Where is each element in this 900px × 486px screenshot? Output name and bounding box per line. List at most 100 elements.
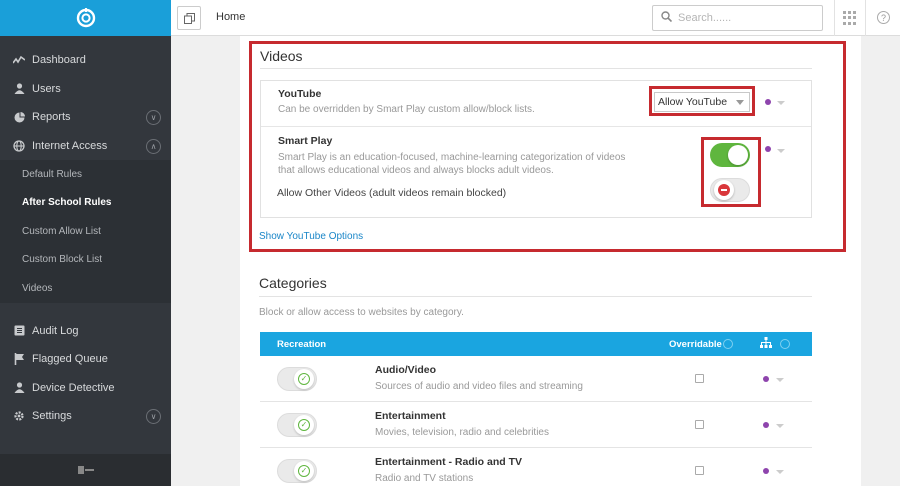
table-row: ✓ Audio/Video Sources of audio and video… [260, 356, 812, 402]
category-toggle[interactable]: ✓ [277, 459, 317, 483]
breadcrumb[interactable]: Home [216, 11, 245, 23]
help-icon[interactable]: ? [877, 11, 890, 24]
window-toggle-button[interactable] [177, 6, 201, 30]
overridable-checkbox[interactable] [695, 466, 704, 475]
smartplay-toggle[interactable] [710, 143, 750, 167]
chevron-down-icon[interactable] [776, 424, 784, 428]
nav-device-detective[interactable]: Device Detective [0, 374, 171, 403]
divider [259, 296, 812, 297]
show-youtube-options-link[interactable]: Show YouTube Options [259, 231, 363, 242]
chevron-down-icon[interactable] [776, 378, 784, 382]
nav-label: Users [32, 82, 61, 95]
purple-status-dot[interactable] [763, 376, 769, 382]
search-icon [661, 11, 673, 25]
subnav-label: Default Rules [22, 168, 83, 180]
gear-icon [12, 409, 26, 423]
toggle-knob [714, 180, 734, 200]
purple-status-dot[interactable] [765, 146, 771, 152]
toggle-knob: ✓ [294, 461, 314, 481]
nav-label: Reports [32, 111, 71, 124]
subnav-label: Videos [22, 282, 53, 294]
nav-users[interactable]: Users [0, 75, 171, 104]
help-icon[interactable] [780, 339, 790, 349]
nav-label: Audit Log [32, 324, 79, 337]
categories-description: Block or allow access to websites by cat… [259, 307, 464, 318]
nav-flagged-queue[interactable]: Flagged Queue [0, 345, 171, 374]
overridable-checkbox[interactable] [695, 420, 704, 429]
category-toggle[interactable]: ✓ [277, 413, 317, 437]
toggle-knob: ✓ [294, 415, 314, 435]
user-icon [12, 381, 26, 395]
category-toggle[interactable]: ✓ [277, 367, 317, 391]
apps-grid-icon[interactable] [843, 11, 857, 25]
check-icon: ✓ [298, 465, 310, 477]
sidebar: Dashboard Users Reports ∨ Internet Acces… [0, 0, 171, 486]
nav-reports[interactable]: Reports ∨ [0, 103, 171, 132]
purple-status-dot[interactable] [763, 468, 769, 474]
category-description: Radio and TV stations [375, 473, 474, 484]
subnav-videos[interactable]: Videos [0, 274, 171, 303]
hierarchy-icon [760, 337, 772, 351]
youtube-title: YouTube [278, 88, 322, 100]
topbar: Home Search...... ? [171, 0, 900, 36]
search-input[interactable]: Search...... [652, 5, 823, 31]
nav-audit-log[interactable]: Audit Log [0, 317, 171, 346]
subnav-default-rules[interactable]: Default Rules [0, 160, 171, 189]
check-icon: ✓ [298, 419, 310, 431]
search-placeholder: Search...... [678, 12, 732, 24]
purple-status-dot[interactable] [765, 99, 771, 105]
lifebuoy-icon [76, 8, 95, 28]
user-icon [12, 82, 26, 96]
purple-status-dot[interactable] [763, 422, 769, 428]
toggle-knob: ✓ [294, 369, 314, 389]
divider [261, 126, 811, 127]
subnav-custom-block-list[interactable]: Custom Block List [0, 246, 171, 275]
categories-table-header: Recreation Overridable [260, 332, 812, 356]
nav-label: Device Detective [32, 381, 115, 394]
allow-other-videos-toggle[interactable] [710, 178, 750, 202]
category-description: Sources of audio and video files and str… [375, 381, 583, 392]
logo-bar[interactable] [0, 0, 171, 36]
nav-dashboard[interactable]: Dashboard [0, 46, 171, 75]
windows-icon [183, 12, 195, 24]
chevron-down-icon [736, 100, 744, 105]
sidebar-collapse[interactable] [0, 454, 171, 486]
category-name: Entertainment - Radio and TV [375, 456, 523, 468]
internet-access-subnav: Default Rules After School Rules Custom … [0, 160, 171, 303]
overridable-checkbox[interactable] [695, 374, 704, 383]
allow-other-videos-label: Allow Other Videos (adult videos remain … [277, 187, 507, 199]
nav-label: Settings [32, 410, 72, 423]
category-description: Movies, television, radio and celebritie… [375, 427, 549, 438]
nav-label: Flagged Queue [32, 353, 108, 366]
smartplay-description-2: that allows educational videos and alway… [278, 165, 554, 176]
subnav-label: Custom Allow List [22, 225, 101, 237]
nav-label: Internet Access [32, 139, 108, 152]
chevron-down-icon[interactable] [777, 149, 785, 153]
subnav-label: Custom Block List [22, 254, 103, 266]
nav-internet-access[interactable]: Internet Access ∧ [0, 132, 171, 161]
subnav-custom-allow-list[interactable]: Custom Allow List [0, 217, 171, 246]
check-icon: ✓ [298, 373, 310, 385]
chevron-down-icon[interactable] [776, 470, 784, 474]
pie-chart-icon [12, 110, 26, 124]
nav-settings[interactable]: Settings ∨ [0, 402, 171, 431]
blocked-icon [718, 184, 730, 196]
table-row: ✓ Entertainment Movies, television, radi… [260, 402, 812, 448]
youtube-mode-select[interactable]: Allow YouTube [654, 92, 750, 112]
chevron-up-icon[interactable]: ∧ [146, 138, 161, 154]
help-icon[interactable] [723, 339, 733, 349]
globe-icon [12, 139, 26, 153]
videos-section-title: Videos [260, 48, 303, 64]
collapse-sidebar-icon [77, 466, 94, 474]
nav-label: Dashboard [32, 54, 86, 67]
divider [260, 68, 812, 69]
list-icon [12, 324, 26, 338]
subnav-label: After School Rules [22, 197, 112, 209]
header-group-label: Recreation [277, 339, 327, 350]
chevron-down-icon[interactable] [777, 101, 785, 105]
chevron-down-icon[interactable]: ∨ [146, 110, 161, 125]
chevron-down-icon[interactable]: ∨ [146, 409, 161, 424]
subnav-after-school-rules[interactable]: After School Rules [0, 189, 171, 218]
categories-section-title: Categories [259, 275, 327, 291]
flag-icon [12, 352, 26, 366]
